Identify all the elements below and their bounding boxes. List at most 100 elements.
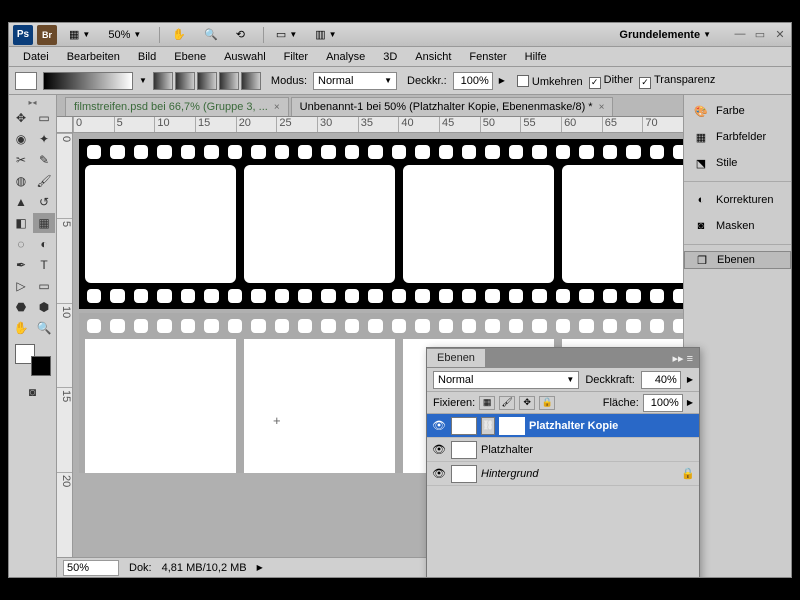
rotate-view-icon[interactable]: ⟲ <box>230 26 251 43</box>
dither-checkbox[interactable]: ✓ <box>589 77 601 89</box>
hand-tool-icon[interactable]: ✋ <box>166 26 192 43</box>
zoom-tool-icon[interactable]: 🔍 <box>198 26 224 43</box>
extras-button[interactable]: ▥▼ <box>309 26 342 43</box>
menu-filter[interactable]: Filter <box>276 49 316 65</box>
3d-cam-tool[interactable]: ⬢ <box>33 297 55 317</box>
layer-row[interactable]: 👁 Platzhalter <box>427 438 699 462</box>
quickmask-toggle[interactable]: ◙ <box>22 382 44 402</box>
ruler-horizontal: 0510152025303540455055606570 <box>73 117 683 133</box>
visibility-icon[interactable]: 👁 <box>431 443 447 456</box>
healing-tool[interactable]: ◍ <box>10 171 32 191</box>
reverse-checkbox[interactable] <box>517 75 529 87</box>
zoom-tool[interactable]: 🔍 <box>33 318 55 338</box>
doc-tab-1[interactable]: filmstreifen.psd bei 66,7% (Gruppe 3, ..… <box>65 97 289 116</box>
transparency-checkbox[interactable]: ✓ <box>639 77 651 89</box>
workspace-switcher[interactable]: Grundelemente▼ <box>613 27 717 43</box>
panel-masken[interactable]: ◙Masken <box>684 214 791 238</box>
gradient-types <box>153 72 261 90</box>
menu-fenster[interactable]: Fenster <box>461 49 514 65</box>
gradient-linear[interactable] <box>153 72 173 90</box>
layer-name[interactable]: Hintergrund <box>481 468 538 480</box>
blur-tool[interactable]: ◌ <box>10 234 32 254</box>
gradient-radial[interactable] <box>175 72 195 90</box>
link-icon[interactable]: ⛓ <box>481 417 495 435</box>
panel-farbe[interactable]: 🎨Farbe <box>684 99 791 123</box>
screen-mode-button[interactable]: ▭▼ <box>270 26 303 43</box>
lock-pixels[interactable]: 🖌 <box>499 396 515 410</box>
menu-ansicht[interactable]: Ansicht <box>407 49 459 65</box>
eyedropper-tool[interactable]: ✎ <box>33 150 55 170</box>
panel-farbfelder[interactable]: ▦Farbfelder <box>684 125 791 149</box>
lock-position[interactable]: ✥ <box>519 396 535 410</box>
lasso-tool[interactable]: ◉ <box>10 129 32 149</box>
mode-select[interactable]: Normal▼ <box>313 72 397 90</box>
move-tool[interactable]: ✥ <box>10 108 32 128</box>
opacity-input[interactable]: 100% <box>453 72 493 90</box>
arrange-docs-button[interactable]: ▦▼ <box>63 26 96 43</box>
zoom-dropdown[interactable]: 50%▼ <box>102 27 147 43</box>
gradient-preview[interactable] <box>43 72 133 90</box>
menu-bearbeiten[interactable]: Bearbeiten <box>59 49 128 65</box>
mask-thumb[interactable] <box>499 417 525 435</box>
gradient-angle[interactable] <box>197 72 217 90</box>
visibility-icon[interactable]: 👁 <box>431 419 447 432</box>
main-area: ▸◂ ✥▭ ◉✦ ✂✎ ◍🖌 ▲↺ ◧▦ ◌◐ ✒T ▷▭ ⬣⬢ ✋🔍 ◙ fi… <box>9 95 791 577</box>
close-button[interactable]: ✕ <box>773 28 787 41</box>
stamp-tool[interactable]: ▲ <box>10 192 32 212</box>
hand-tool[interactable]: ✋ <box>10 318 32 338</box>
menu-auswahl[interactable]: Auswahl <box>216 49 274 65</box>
gradient-tool[interactable]: ▦ <box>33 213 55 233</box>
doc-tab-2[interactable]: Unbenannt-1 bei 50% (Platzhalter Kopie, … <box>291 97 614 116</box>
panel-ebenen[interactable]: ❐Ebenen <box>684 251 791 269</box>
menu-ebene[interactable]: Ebene <box>166 49 214 65</box>
panel-menu-icon[interactable]: ▸▸ ≡ <box>666 352 699 365</box>
tool-preset[interactable] <box>15 72 37 90</box>
filmstrip-top <box>79 139 683 309</box>
menu-datei[interactable]: Datei <box>15 49 57 65</box>
layer-name[interactable]: Platzhalter <box>481 444 533 456</box>
layer-thumb[interactable] <box>451 417 477 435</box>
flaeche-input[interactable]: 100% <box>643 394 683 412</box>
crop-tool[interactable]: ✂ <box>10 150 32 170</box>
menu-3d[interactable]: 3D <box>375 49 405 65</box>
marquee-tool[interactable]: ▭ <box>33 108 55 128</box>
pen-tool[interactable]: ✒ <box>10 255 32 275</box>
blend-mode-select[interactable]: Normal▼ <box>433 371 579 389</box>
lock-all[interactable]: 🔒 <box>539 396 555 410</box>
gradient-reflected[interactable] <box>219 72 239 90</box>
layers-tab[interactable]: Ebenen <box>427 349 485 367</box>
visibility-icon[interactable]: 👁 <box>431 467 447 480</box>
shape-tool[interactable]: ▭ <box>33 276 55 296</box>
bridge-icon[interactable]: Br <box>37 25 57 45</box>
menu-hilfe[interactable]: Hilfe <box>517 49 555 65</box>
type-tool[interactable]: T <box>33 255 55 275</box>
deckkraft-input[interactable]: 40% <box>641 371 681 389</box>
gradient-diamond[interactable] <box>241 72 261 90</box>
lock-transparency[interactable]: ▦ <box>479 396 495 410</box>
layer-name[interactable]: Platzhalter Kopie <box>529 420 618 432</box>
dodge-tool[interactable]: ◐ <box>33 234 55 254</box>
panel-stile[interactable]: ⬔Stile <box>684 151 791 175</box>
menu-analyse[interactable]: Analyse <box>318 49 373 65</box>
lock-icon: 🔒 <box>681 467 695 480</box>
path-tool[interactable]: ▷ <box>10 276 32 296</box>
maximize-button[interactable]: ▭ <box>753 28 767 41</box>
close-icon[interactable]: × <box>274 102 280 113</box>
wand-tool[interactable]: ✦ <box>33 129 55 149</box>
mask-icon: ◙ <box>692 218 710 234</box>
layers-icon: ❐ <box>693 252 711 268</box>
layer-thumb[interactable] <box>451 441 477 459</box>
panel-korrekturen[interactable]: ◐Korrekturen <box>684 188 791 212</box>
eraser-tool[interactable]: ◧ <box>10 213 32 233</box>
minimize-button[interactable]: — <box>733 28 747 41</box>
layer-row[interactable]: 👁 ⛓ Platzhalter Kopie <box>427 414 699 438</box>
layer-thumb[interactable] <box>451 465 477 483</box>
status-zoom[interactable]: 50% <box>63 560 119 576</box>
3d-tool[interactable]: ⬣ <box>10 297 32 317</box>
layer-row[interactable]: 👁 Hintergrund 🔒 <box>427 462 699 486</box>
color-swatches[interactable] <box>15 344 51 376</box>
brush-tool[interactable]: 🖌 <box>33 171 55 191</box>
history-brush[interactable]: ↺ <box>33 192 55 212</box>
menu-bild[interactable]: Bild <box>130 49 164 65</box>
close-icon[interactable]: × <box>599 102 605 113</box>
